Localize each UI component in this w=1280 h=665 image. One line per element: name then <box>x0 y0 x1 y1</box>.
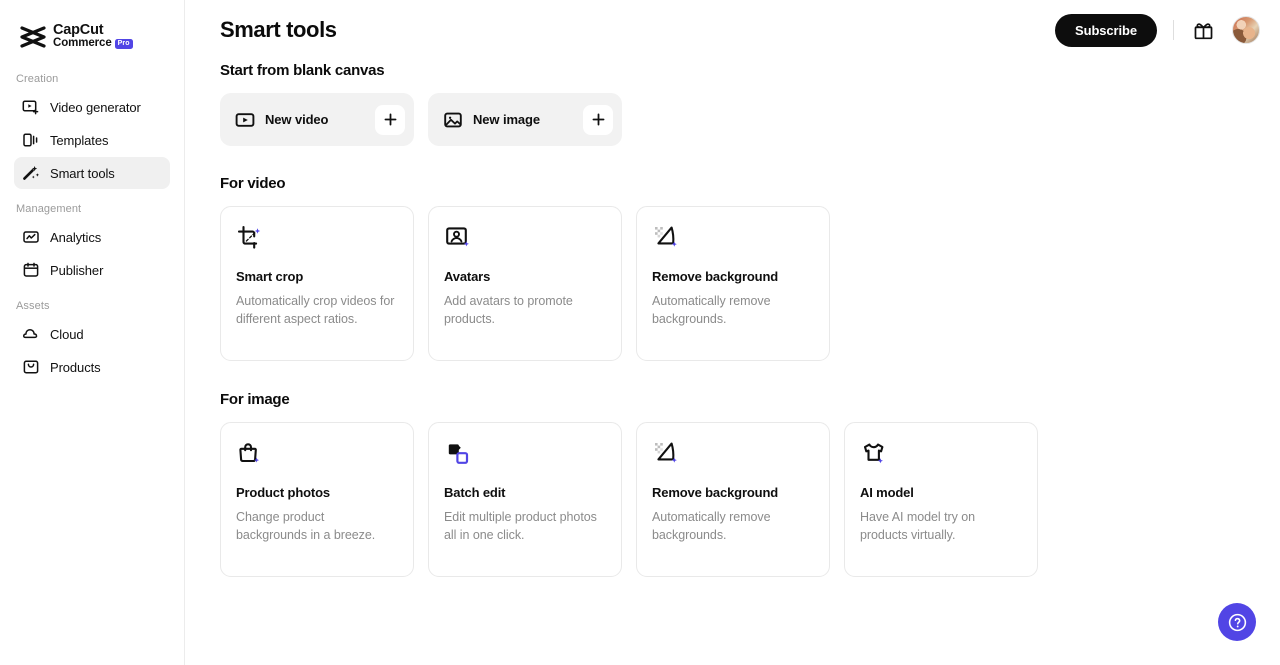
sidebar-item-label: Analytics <box>50 230 101 245</box>
sidebar-item-smart-tools[interactable]: Smart tools <box>14 157 170 189</box>
new-video-plus-button[interactable] <box>375 105 405 135</box>
section-heading-for-video: For video <box>220 175 1245 192</box>
sidebar-item-products[interactable]: Products <box>14 351 170 383</box>
app-root: CapCut Commerce Pro Creation Video gener… <box>0 0 1280 665</box>
tool-description: Add avatars to promote products. <box>444 292 606 328</box>
gift-icon[interactable] <box>1190 17 1216 43</box>
tool-card-avatars[interactable]: Avatars Add avatars to promote products. <box>428 206 622 361</box>
topbar-divider <box>1173 20 1174 40</box>
content-area: Start from blank canvas New video <box>185 62 1280 577</box>
analytics-icon <box>22 228 40 246</box>
tool-description: Automatically crop videos for different … <box>236 292 398 328</box>
sidebar-item-cloud[interactable]: Cloud <box>14 318 170 350</box>
new-image-plus-button[interactable] <box>583 105 613 135</box>
product-photos-icon <box>236 440 264 468</box>
help-button[interactable] <box>1218 603 1256 641</box>
tool-card-remove-background-video[interactable]: Remove background Automatically remove b… <box>636 206 830 361</box>
batch-edit-icon <box>444 440 472 468</box>
sidebar-item-publisher[interactable]: Publisher <box>14 254 170 286</box>
image-icon <box>443 110 463 130</box>
topbar: Smart tools Subscribe <box>185 0 1280 60</box>
tool-card-product-photos[interactable]: Product photos Change product background… <box>220 422 414 577</box>
tool-card-ai-model[interactable]: AI model Have AI model try on products v… <box>844 422 1038 577</box>
products-icon <box>22 358 40 376</box>
tool-title: Remove background <box>652 485 814 500</box>
tool-title: Remove background <box>652 269 814 284</box>
new-image-label: New image <box>473 112 573 127</box>
sidebar-section-label-assets: Assets <box>0 300 184 312</box>
section-heading-blank-canvas: Start from blank canvas <box>220 62 1245 79</box>
sidebar-item-label: Cloud <box>50 327 83 342</box>
sidebar-section-label-creation: Creation <box>0 73 184 85</box>
brand-name-line1: CapCut <box>53 23 133 38</box>
pro-badge: Pro <box>115 39 133 49</box>
tool-description: Edit multiple product photos all in one … <box>444 508 606 544</box>
topbar-actions: Subscribe <box>1055 14 1260 47</box>
plus-icon <box>591 112 606 127</box>
new-video-label: New video <box>265 112 365 127</box>
templates-icon <box>22 131 40 149</box>
tool-card-batch-edit[interactable]: Batch edit Edit multiple product photos … <box>428 422 622 577</box>
brand-name-line2: Commerce <box>53 38 112 50</box>
magic-wand-icon <box>22 164 40 182</box>
avatar[interactable] <box>1232 16 1260 44</box>
tool-title: Smart crop <box>236 269 398 284</box>
tool-card-smart-crop[interactable]: Smart crop Automatically crop videos for… <box>220 206 414 361</box>
tool-description: Have AI model try on products virtually. <box>860 508 1022 544</box>
ai-model-icon <box>860 440 888 468</box>
sidebar-item-templates[interactable]: Templates <box>14 124 170 156</box>
remove-background-icon <box>652 224 680 252</box>
question-mark-icon <box>1227 612 1248 633</box>
tool-title: Batch edit <box>444 485 606 500</box>
sidebar-item-label: Video generator <box>50 100 141 115</box>
tool-title: AI model <box>860 485 1022 500</box>
subscribe-button[interactable]: Subscribe <box>1055 14 1157 47</box>
video-generator-icon <box>22 98 40 116</box>
tool-description: Automatically remove backgrounds. <box>652 508 814 544</box>
sidebar-item-label: Smart tools <box>50 166 115 181</box>
sidebar: CapCut Commerce Pro Creation Video gener… <box>0 0 185 665</box>
capcut-logo-icon <box>20 26 46 48</box>
smart-crop-icon <box>236 224 264 252</box>
tool-title: Product photos <box>236 485 398 500</box>
avatars-icon <box>444 224 472 252</box>
sidebar-item-video-generator[interactable]: Video generator <box>14 91 170 123</box>
calendar-icon <box>22 261 40 279</box>
main-content: Smart tools Subscribe Start f <box>185 0 1280 665</box>
section-heading-for-image: For image <box>220 391 1245 408</box>
sidebar-item-label: Products <box>50 360 101 375</box>
for-image-tool-row: Product photos Change product background… <box>220 422 1245 577</box>
tool-card-remove-background-image[interactable]: Remove background Automatically remove b… <box>636 422 830 577</box>
tool-title: Avatars <box>444 269 606 284</box>
sidebar-section-label-management: Management <box>0 203 184 215</box>
plus-icon <box>383 112 398 127</box>
tool-description: Change product backgrounds in a breeze. <box>236 508 398 544</box>
blank-canvas-row: New video New i <box>220 93 1245 146</box>
tool-description: Automatically remove backgrounds. <box>652 292 814 328</box>
cloud-icon <box>22 325 40 343</box>
video-play-icon <box>235 110 255 130</box>
for-video-tool-row: Smart crop Automatically crop videos for… <box>220 206 1245 361</box>
new-image-card[interactable]: New image <box>428 93 622 146</box>
brand-logo[interactable]: CapCut Commerce Pro <box>0 0 184 56</box>
remove-background-icon <box>652 440 680 468</box>
sidebar-item-label: Publisher <box>50 263 103 278</box>
page-title: Smart tools <box>220 17 337 43</box>
sidebar-item-analytics[interactable]: Analytics <box>14 221 170 253</box>
new-video-card[interactable]: New video <box>220 93 414 146</box>
sidebar-item-label: Templates <box>50 133 108 148</box>
